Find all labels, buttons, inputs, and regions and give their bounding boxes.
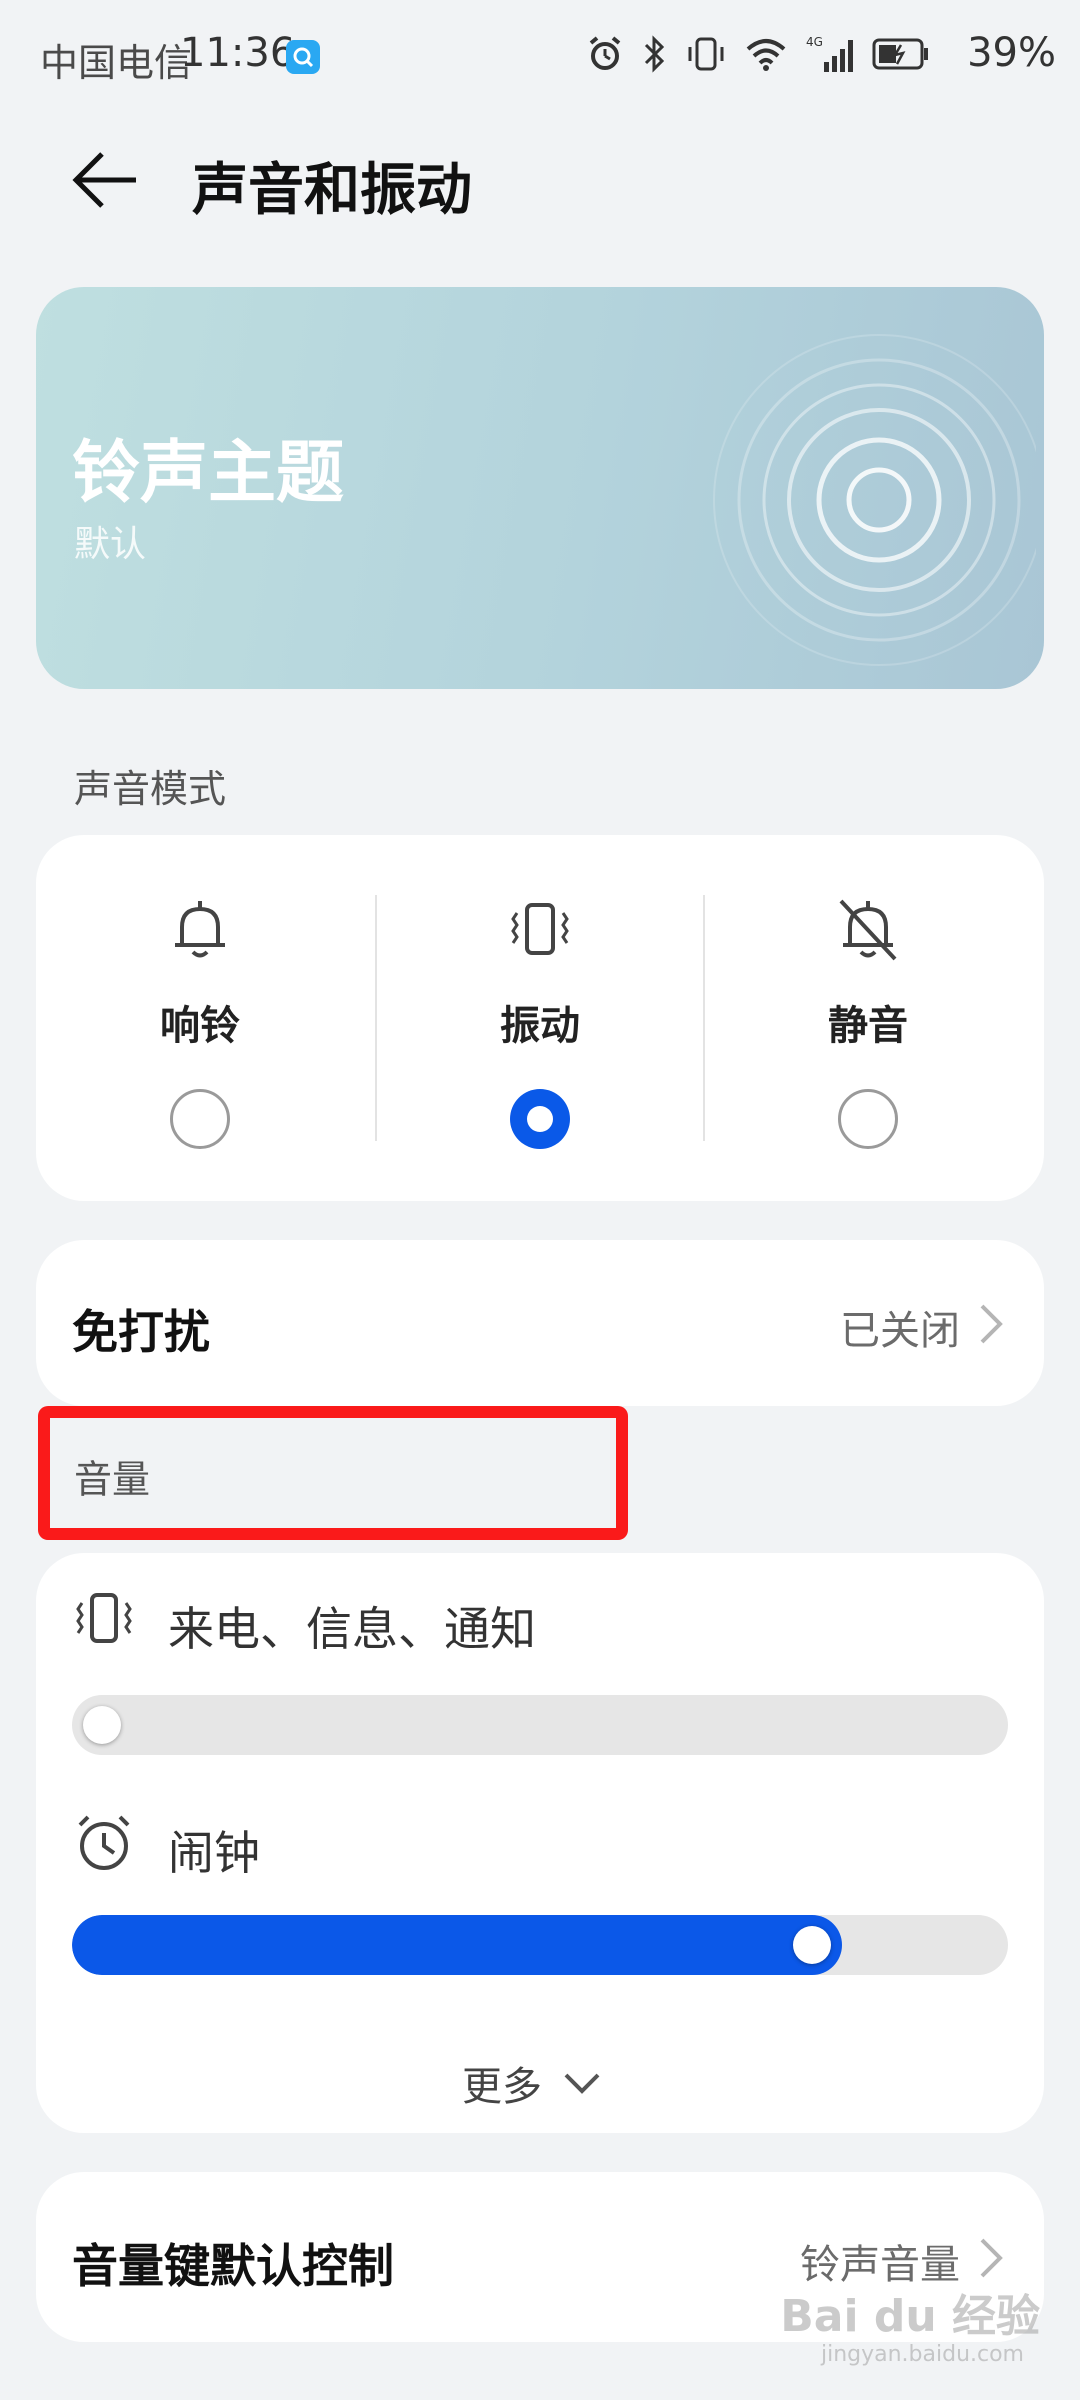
svg-text:4G: 4G [806,35,823,49]
slider-fill [72,1915,842,1975]
watermark-logo: Bai du 经验 [780,2291,1040,2342]
bell-off-icon [839,899,897,961]
mode-label: 静音 [828,1003,908,1049]
vibrate-icon [688,37,724,71]
sound-mode-heading: 声音模式 [74,767,227,811]
volume-heading: 音量 [74,1457,151,1502]
slider-thumb[interactable] [83,1706,121,1744]
notification-app-icon [286,40,320,74]
alarm-clock-icon [78,1815,130,1870]
ringtone-theme-title: 铃声主题 [72,434,345,513]
dnd-title: 免打扰 [72,1305,210,1359]
mode-label: 响铃 [160,1003,240,1049]
alarm-icon [589,36,621,70]
radio-unselected[interactable] [838,1089,898,1149]
more-button[interactable]: 更多 [462,2054,602,2112]
chevron-right-icon [980,2238,1003,2278]
volume-key-title: 音量键默认控制 [72,2239,394,2293]
carrier-label: 中国电信 [40,41,193,85]
mode-option-vibrate[interactable]: 振动 [376,835,704,1201]
more-label: 更多 [462,2064,542,2110]
bluetooth-icon [644,35,665,73]
mode-option-silent[interactable]: 静音 [704,835,1032,1201]
radio-selected[interactable] [510,1089,570,1149]
bell-icon [175,901,225,958]
watermark-url: jingyan.baidu.com [820,2342,1024,2367]
ringer-volume-label: 来电、信息、通知 [168,1602,536,1656]
battery-percent: 39% [967,30,1056,76]
sound-ripple-icon [713,334,1036,666]
status-icons: 4G [586,32,930,76]
chevron-down-icon [564,2073,600,2094]
dnd-value: 已关闭 [840,1308,960,1354]
signal-4g-icon: 4G [806,35,853,72]
page-title: 声音和振动 [192,158,472,223]
alarm-volume-label: 闹钟 [168,1826,260,1880]
arrow-left-icon [72,152,136,208]
chevron-right-icon [980,1304,1003,1344]
battery-icon [872,38,928,70]
volume-card: 来电、信息、通知 闹钟 更多 [36,1553,1044,2133]
status-bar: 中国电信 11:36 4G 39% [0,0,1080,116]
vibrate-icon [511,903,569,955]
vibrate-icon [76,1593,132,1643]
sound-mode-card: 响铃 振动 静音 [36,835,1044,1201]
mode-label: 振动 [500,1003,580,1049]
mode-option-ring[interactable]: 响铃 [36,835,364,1201]
slider-thumb[interactable] [792,1926,831,1964]
back-button[interactable] [70,146,150,214]
do-not-disturb-row[interactable]: 免打扰 已关闭 [36,1240,1044,1406]
ringer-volume-slider[interactable] [72,1695,1008,1755]
alarm-volume-slider[interactable] [72,1915,1008,1975]
wifi-icon [746,39,786,71]
status-time: 11:36 [180,30,296,76]
ringtone-theme-value: 默认 [74,524,147,565]
ringtone-theme-card[interactable]: 铃声主题 默认 [36,287,1044,689]
radio-unselected[interactable] [170,1089,230,1149]
